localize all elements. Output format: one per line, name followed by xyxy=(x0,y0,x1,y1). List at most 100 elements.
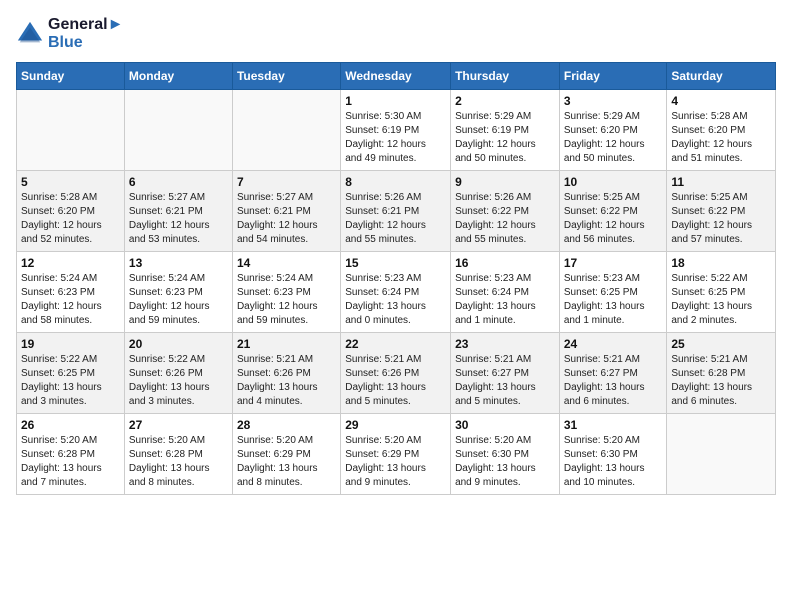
week-row-4: 19 Sunrise: 5:22 AM Sunset: 6:25 PM Dayli… xyxy=(17,333,776,414)
day-number: 2 xyxy=(455,94,555,108)
day-info: Sunrise: 5:23 AM Sunset: 6:25 PM Dayligh… xyxy=(564,272,663,328)
day-info: Sunrise: 5:21 AM Sunset: 6:26 PM Dayligh… xyxy=(237,353,336,409)
day-info: Sunrise: 5:24 AM Sunset: 6:23 PM Dayligh… xyxy=(21,272,120,328)
day-number: 28 xyxy=(237,418,336,432)
day-info: Sunrise: 5:24 AM Sunset: 6:23 PM Dayligh… xyxy=(237,272,336,328)
week-row-3: 12 Sunrise: 5:24 AM Sunset: 6:23 PM Dayli… xyxy=(17,252,776,333)
day-cell: 23 Sunrise: 5:21 AM Sunset: 6:27 PM Dayli… xyxy=(451,333,560,414)
day-number: 29 xyxy=(345,418,446,432)
day-cell: 6 Sunrise: 5:27 AM Sunset: 6:21 PM Daylig… xyxy=(124,171,232,252)
day-info: Sunrise: 5:28 AM Sunset: 6:20 PM Dayligh… xyxy=(671,110,771,166)
day-info: Sunrise: 5:28 AM Sunset: 6:20 PM Dayligh… xyxy=(21,191,120,247)
day-info: Sunrise: 5:29 AM Sunset: 6:19 PM Dayligh… xyxy=(455,110,555,166)
day-number: 16 xyxy=(455,256,555,270)
day-header-friday: Friday xyxy=(559,63,667,90)
day-cell: 12 Sunrise: 5:24 AM Sunset: 6:23 PM Dayli… xyxy=(17,252,125,333)
day-cell: 15 Sunrise: 5:23 AM Sunset: 6:24 PM Dayli… xyxy=(341,252,451,333)
day-cell: 14 Sunrise: 5:24 AM Sunset: 6:23 PM Dayli… xyxy=(232,252,340,333)
day-cell: 13 Sunrise: 5:24 AM Sunset: 6:23 PM Dayli… xyxy=(124,252,232,333)
day-info: Sunrise: 5:27 AM Sunset: 6:21 PM Dayligh… xyxy=(237,191,336,247)
logo: General► Blue xyxy=(16,16,123,52)
day-number: 9 xyxy=(455,175,555,189)
day-cell: 7 Sunrise: 5:27 AM Sunset: 6:21 PM Daylig… xyxy=(232,171,340,252)
calendar-body: 1Sunrise: 5:30 AM Sunset: 6:19 PM Daylig… xyxy=(17,90,776,495)
day-info: Sunrise: 5:20 AM Sunset: 6:28 PM Dayligh… xyxy=(129,434,228,490)
day-header-tuesday: Tuesday xyxy=(232,63,340,90)
day-header-wednesday: Wednesday xyxy=(341,63,451,90)
day-number: 20 xyxy=(129,337,228,351)
day-cell: 24 Sunrise: 5:21 AM Sunset: 6:27 PM Dayli… xyxy=(559,333,667,414)
day-info: Sunrise: 5:20 AM Sunset: 6:29 PM Dayligh… xyxy=(237,434,336,490)
day-cell: 11 Sunrise: 5:25 AM Sunset: 6:22 PM Dayli… xyxy=(667,171,776,252)
day-info: Sunrise: 5:20 AM Sunset: 6:30 PM Dayligh… xyxy=(564,434,663,490)
day-cell xyxy=(124,90,232,171)
day-cell: 28 Sunrise: 5:20 AM Sunset: 6:29 PM Dayli… xyxy=(232,414,340,495)
day-cell: 29 Sunrise: 5:20 AM Sunset: 6:29 PM Dayli… xyxy=(341,414,451,495)
day-info: Sunrise: 5:22 AM Sunset: 6:25 PM Dayligh… xyxy=(671,272,771,328)
day-info: Sunrise: 5:22 AM Sunset: 6:26 PM Dayligh… xyxy=(129,353,228,409)
day-cell: 18Sunrise: 5:22 AM Sunset: 6:25 PM Dayli… xyxy=(667,252,776,333)
day-header-saturday: Saturday xyxy=(667,63,776,90)
day-cell: 19 Sunrise: 5:22 AM Sunset: 6:25 PM Dayli… xyxy=(17,333,125,414)
day-cell: 16 Sunrise: 5:23 AM Sunset: 6:24 PM Dayli… xyxy=(451,252,560,333)
day-number: 30 xyxy=(455,418,555,432)
day-cell: 8 Sunrise: 5:26 AM Sunset: 6:21 PM Daylig… xyxy=(341,171,451,252)
day-cell: 5 Sunrise: 5:28 AM Sunset: 6:20 PM Daylig… xyxy=(17,171,125,252)
day-number: 14 xyxy=(237,256,336,270)
day-cell: 9Sunrise: 5:26 AM Sunset: 6:22 PM Daylig… xyxy=(451,171,560,252)
day-info: Sunrise: 5:23 AM Sunset: 6:24 PM Dayligh… xyxy=(345,272,446,328)
day-cell: 17 Sunrise: 5:23 AM Sunset: 6:25 PM Dayli… xyxy=(559,252,667,333)
week-row-2: 5 Sunrise: 5:28 AM Sunset: 6:20 PM Daylig… xyxy=(17,171,776,252)
day-cell: 2 Sunrise: 5:29 AM Sunset: 6:19 PM Daylig… xyxy=(451,90,560,171)
logo-icon xyxy=(16,20,44,48)
day-info: Sunrise: 5:25 AM Sunset: 6:22 PM Dayligh… xyxy=(671,191,771,247)
day-number: 26 xyxy=(21,418,120,432)
day-cell xyxy=(232,90,340,171)
day-info: Sunrise: 5:27 AM Sunset: 6:21 PM Dayligh… xyxy=(129,191,228,247)
day-cell: 25Sunrise: 5:21 AM Sunset: 6:28 PM Dayli… xyxy=(667,333,776,414)
day-number: 24 xyxy=(564,337,663,351)
day-cell: 22Sunrise: 5:21 AM Sunset: 6:26 PM Dayli… xyxy=(341,333,451,414)
page-header: General► Blue xyxy=(16,16,776,52)
day-header-thursday: Thursday xyxy=(451,63,560,90)
day-number: 23 xyxy=(455,337,555,351)
day-cell xyxy=(17,90,125,171)
day-number: 11 xyxy=(671,175,771,189)
day-number: 5 xyxy=(21,175,120,189)
days-header-row: SundayMondayTuesdayWednesdayThursdayFrid… xyxy=(17,63,776,90)
day-number: 10 xyxy=(564,175,663,189)
day-info: Sunrise: 5:20 AM Sunset: 6:29 PM Dayligh… xyxy=(345,434,446,490)
day-info: Sunrise: 5:22 AM Sunset: 6:25 PM Dayligh… xyxy=(21,353,120,409)
day-number: 13 xyxy=(129,256,228,270)
day-info: Sunrise: 5:26 AM Sunset: 6:21 PM Dayligh… xyxy=(345,191,446,247)
day-info: Sunrise: 5:24 AM Sunset: 6:23 PM Dayligh… xyxy=(129,272,228,328)
day-info: Sunrise: 5:23 AM Sunset: 6:24 PM Dayligh… xyxy=(455,272,555,328)
day-cell: 27 Sunrise: 5:20 AM Sunset: 6:28 PM Dayli… xyxy=(124,414,232,495)
day-number: 27 xyxy=(129,418,228,432)
day-cell: 1Sunrise: 5:30 AM Sunset: 6:19 PM Daylig… xyxy=(341,90,451,171)
day-info: Sunrise: 5:20 AM Sunset: 6:28 PM Dayligh… xyxy=(21,434,120,490)
day-header-sunday: Sunday xyxy=(17,63,125,90)
day-info: Sunrise: 5:21 AM Sunset: 6:27 PM Dayligh… xyxy=(564,353,663,409)
week-row-5: 26 Sunrise: 5:20 AM Sunset: 6:28 PM Dayli… xyxy=(17,414,776,495)
day-cell: 30 Sunrise: 5:20 AM Sunset: 6:30 PM Dayli… xyxy=(451,414,560,495)
day-number: 1 xyxy=(345,94,446,108)
day-cell: 21Sunrise: 5:21 AM Sunset: 6:26 PM Dayli… xyxy=(232,333,340,414)
day-info: Sunrise: 5:20 AM Sunset: 6:30 PM Dayligh… xyxy=(455,434,555,490)
day-info: Sunrise: 5:21 AM Sunset: 6:27 PM Dayligh… xyxy=(455,353,555,409)
week-row-1: 1Sunrise: 5:30 AM Sunset: 6:19 PM Daylig… xyxy=(17,90,776,171)
day-info: Sunrise: 5:21 AM Sunset: 6:26 PM Dayligh… xyxy=(345,353,446,409)
day-cell: 26 Sunrise: 5:20 AM Sunset: 6:28 PM Dayli… xyxy=(17,414,125,495)
day-number: 7 xyxy=(237,175,336,189)
day-cell: 10 Sunrise: 5:25 AM Sunset: 6:22 PM Dayli… xyxy=(559,171,667,252)
day-cell: 31 Sunrise: 5:20 AM Sunset: 6:30 PM Dayli… xyxy=(559,414,667,495)
day-number: 19 xyxy=(21,337,120,351)
day-number: 17 xyxy=(564,256,663,270)
day-number: 6 xyxy=(129,175,228,189)
day-info: Sunrise: 5:29 AM Sunset: 6:20 PM Dayligh… xyxy=(564,110,663,166)
day-number: 8 xyxy=(345,175,446,189)
day-number: 31 xyxy=(564,418,663,432)
day-number: 12 xyxy=(21,256,120,270)
day-number: 15 xyxy=(345,256,446,270)
day-info: Sunrise: 5:25 AM Sunset: 6:22 PM Dayligh… xyxy=(564,191,663,247)
